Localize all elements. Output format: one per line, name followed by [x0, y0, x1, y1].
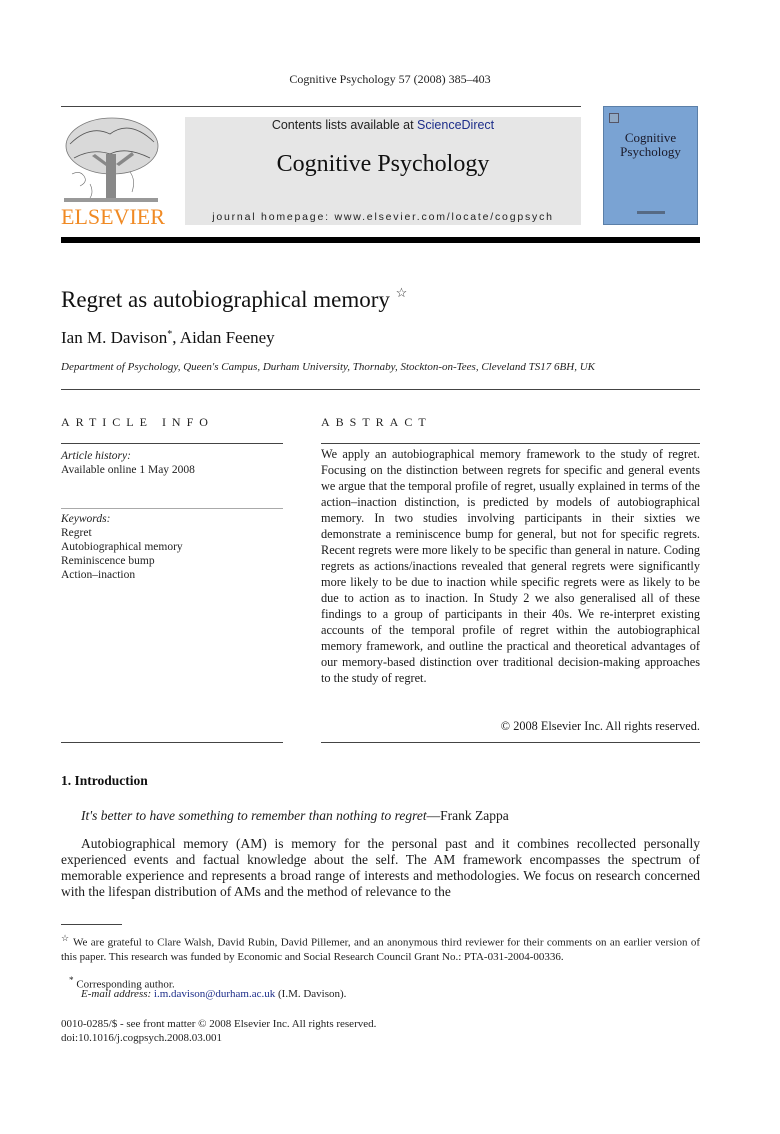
footnote-ack-text: We are grateful to Clare Walsh, David Ru…	[61, 936, 700, 963]
divider	[61, 443, 283, 444]
article-history-value: Available online 1 May 2008	[61, 464, 195, 476]
epigraph-attribution: —Frank Zappa	[426, 808, 509, 823]
author-list: Ian M. Davison*, Aidan Feeney	[61, 328, 275, 348]
journal-cover-thumbnail: Cognitive Psychology	[603, 106, 698, 225]
abstract-copyright: © 2008 Elsevier Inc. All rights reserved…	[500, 719, 700, 733]
footnote-email: E-mail address: i.m.davison@durham.ac.uk…	[81, 987, 346, 1001]
journal-title: Cognitive Psychology	[276, 151, 490, 177]
divider	[61, 742, 283, 743]
header-thick-rule	[61, 237, 700, 243]
header-rule	[61, 106, 581, 107]
author-separator: ,	[172, 328, 180, 347]
email-link[interactable]: i.m.davison@durham.ac.uk	[154, 988, 275, 1000]
divider	[321, 443, 700, 444]
elsevier-wordmark: ELSEVIER	[61, 204, 165, 229]
abstract-body: We apply an autobiographical memory fram…	[321, 447, 700, 685]
keywords-label: Keywords:	[61, 513, 111, 525]
contents-prefix: Contents lists available at	[271, 118, 418, 132]
epigraph-quote: It's better to have something to remembe…	[81, 808, 427, 823]
divider	[321, 742, 700, 743]
article-history-label: Article history:	[61, 450, 131, 462]
section-heading-introduction: 1. Introduction	[61, 773, 148, 788]
keyword: Action–inaction	[61, 569, 136, 581]
keywords-list: Regret Autobiographical memory Reminisce…	[61, 526, 183, 582]
author-name: Aidan Feeney	[179, 328, 275, 347]
footnote-rule	[61, 924, 122, 925]
journal-reference: Cognitive Psychology 57 (2008) 385–403	[289, 72, 491, 86]
journal-homepage-link[interactable]: journal homepage: www.elsevier.com/locat…	[185, 211, 581, 223]
sciencedirect-link[interactable]: ScienceDirect	[417, 118, 494, 132]
article-info-heading: ARTICLE INFO	[61, 415, 214, 429]
doi-link[interactable]: doi:10.1016/j.cogpsych.2008.03.001	[61, 1031, 222, 1045]
cover-title-line: Psychology	[620, 144, 681, 159]
cover-title-line: Cognitive	[624, 130, 677, 145]
footnote-star-icon: ☆	[61, 933, 70, 943]
journal-banner: Contents lists available at ScienceDirec…	[185, 117, 581, 225]
article-title-text: Regret as autobiographical memory	[61, 287, 390, 312]
article-title: Regret as autobiographical memory ☆	[61, 285, 407, 313]
epigraph: It's better to have something to remembe…	[81, 808, 509, 824]
keyword: Regret	[61, 527, 92, 539]
cover-emblem-icon	[609, 113, 619, 123]
affiliation: Department of Psychology, Queen's Campus…	[61, 361, 595, 373]
footnote-acknowledgement: ☆ We are grateful to Clare Walsh, David …	[61, 931, 700, 964]
author-name: Ian M. Davison	[61, 328, 168, 347]
intro-paragraph: Autobiographical memory (AM) is memory f…	[61, 836, 700, 899]
email-suffix: (I.M. Davison).	[275, 988, 347, 1000]
divider	[61, 508, 283, 509]
keyword: Reminiscence bump	[61, 555, 155, 567]
divider	[61, 389, 700, 390]
keyword: Autobiographical memory	[61, 541, 183, 553]
issn-line: 0010-0285/$ - see front matter © 2008 El…	[61, 1018, 377, 1030]
cover-title: Cognitive Psychology	[604, 131, 697, 159]
contents-line: Contents lists available at ScienceDirec…	[185, 118, 581, 132]
email-label: E-mail address:	[81, 988, 154, 1000]
title-footnote-star-icon[interactable]: ☆	[396, 285, 408, 300]
abstract-heading: ABSTRACT	[321, 415, 432, 429]
cover-publisher-mark	[637, 211, 665, 214]
